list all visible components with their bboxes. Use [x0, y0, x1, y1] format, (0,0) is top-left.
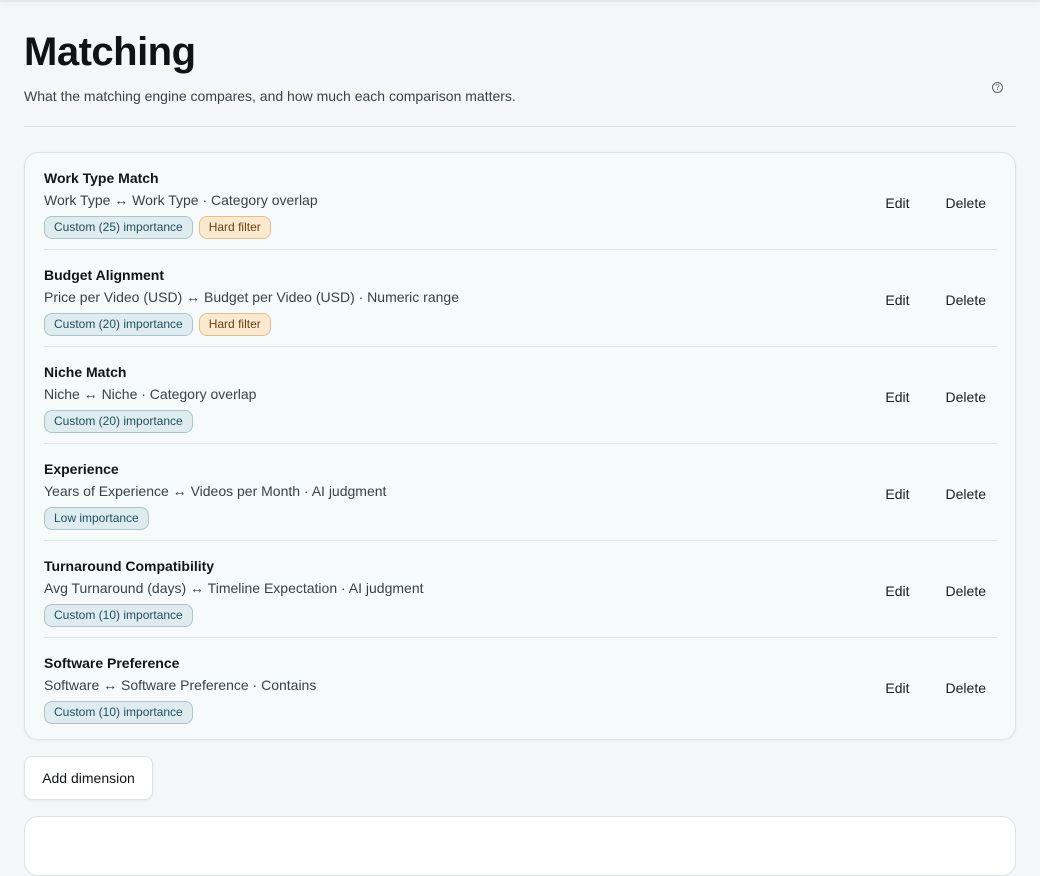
dimension-badges: Low importance	[44, 507, 149, 530]
dimension-badges: Custom (25) importance Hard filter	[44, 216, 271, 239]
dimension-description: Software ↔ Software Preference · Contain…	[44, 677, 317, 693]
hard-filter-badge: Hard filter	[198, 216, 271, 239]
dimension-title: Niche Match	[44, 364, 127, 380]
dimensions-card: Work Type Match Work Type ↔ Work Type · …	[24, 152, 1016, 740]
delete-button[interactable]: Delete	[946, 583, 986, 599]
dimension-description: Avg Turnaround (days) ↔ Timeline Expecta…	[44, 580, 424, 596]
edit-button[interactable]: Edit	[885, 680, 909, 696]
row-actions: Edit Delete	[885, 292, 986, 308]
importance-badge: Low importance	[44, 507, 149, 530]
edit-button[interactable]: Edit	[885, 389, 909, 405]
dimension-row: Budget Alignment Price per Video (USD) ↔…	[44, 250, 997, 347]
dimension-title: Software Preference	[44, 655, 180, 671]
delete-button[interactable]: Delete	[946, 486, 986, 502]
importance-badge: Custom (10) importance	[44, 604, 193, 627]
dimension-title: Work Type Match	[44, 170, 159, 186]
next-section-card	[24, 816, 1016, 876]
dimension-title: Experience	[44, 461, 119, 477]
importance-badge: Custom (10) importance	[44, 701, 193, 724]
row-actions: Edit Delete	[885, 486, 986, 502]
importance-badge: Custom (20) importance	[44, 410, 193, 433]
edit-button[interactable]: Edit	[885, 195, 909, 211]
help-icon[interactable]: ?	[992, 82, 1003, 93]
importance-badge: Custom (25) importance	[44, 216, 193, 239]
delete-button[interactable]: Delete	[946, 292, 986, 308]
page-title: Matching	[24, 30, 196, 74]
header-divider	[24, 126, 1016, 127]
hard-filter-badge: Hard filter	[198, 313, 271, 336]
delete-button[interactable]: Delete	[946, 680, 986, 696]
dimension-row: Experience Years of Experience ↔ Videos …	[44, 444, 997, 541]
dimension-description: Work Type ↔ Work Type · Category overlap	[44, 192, 318, 208]
dimension-row: Software Preference Software ↔ Software …	[44, 638, 997, 735]
delete-button[interactable]: Delete	[946, 389, 986, 405]
dimension-row: Turnaround Compatibility Avg Turnaround …	[44, 541, 997, 638]
row-actions: Edit Delete	[885, 389, 986, 405]
dimension-row: Work Type Match Work Type ↔ Work Type · …	[44, 153, 997, 250]
row-actions: Edit Delete	[885, 583, 986, 599]
delete-button[interactable]: Delete	[946, 195, 986, 211]
importance-badge: Custom (20) importance	[44, 313, 193, 336]
dimension-description: Years of Experience ↔ Videos per Month ·…	[44, 483, 387, 499]
dimension-title: Turnaround Compatibility	[44, 558, 215, 574]
add-dimension-button[interactable]: Add dimension	[24, 756, 153, 800]
dimension-badges: Custom (10) importance	[44, 604, 193, 627]
row-actions: Edit Delete	[885, 680, 986, 696]
dimension-badges: Custom (20) importance	[44, 410, 193, 433]
edit-button[interactable]: Edit	[885, 486, 909, 502]
row-actions: Edit Delete	[885, 195, 986, 211]
dimension-badges: Custom (20) importance Hard filter	[44, 313, 271, 336]
page-subtitle: What the matching engine compares, and h…	[24, 88, 516, 104]
dimension-title: Budget Alignment	[44, 267, 165, 283]
dimension-description: Niche ↔ Niche · Category overlap	[44, 386, 257, 402]
edit-button[interactable]: Edit	[885, 292, 909, 308]
dimension-description: Price per Video (USD) ↔ Budget per Video…	[44, 289, 459, 305]
top-bar	[0, 0, 1040, 2]
dimension-badges: Custom (10) importance	[44, 701, 193, 724]
dimension-row: Niche Match Niche ↔ Niche · Category ove…	[44, 347, 997, 444]
edit-button[interactable]: Edit	[885, 583, 909, 599]
